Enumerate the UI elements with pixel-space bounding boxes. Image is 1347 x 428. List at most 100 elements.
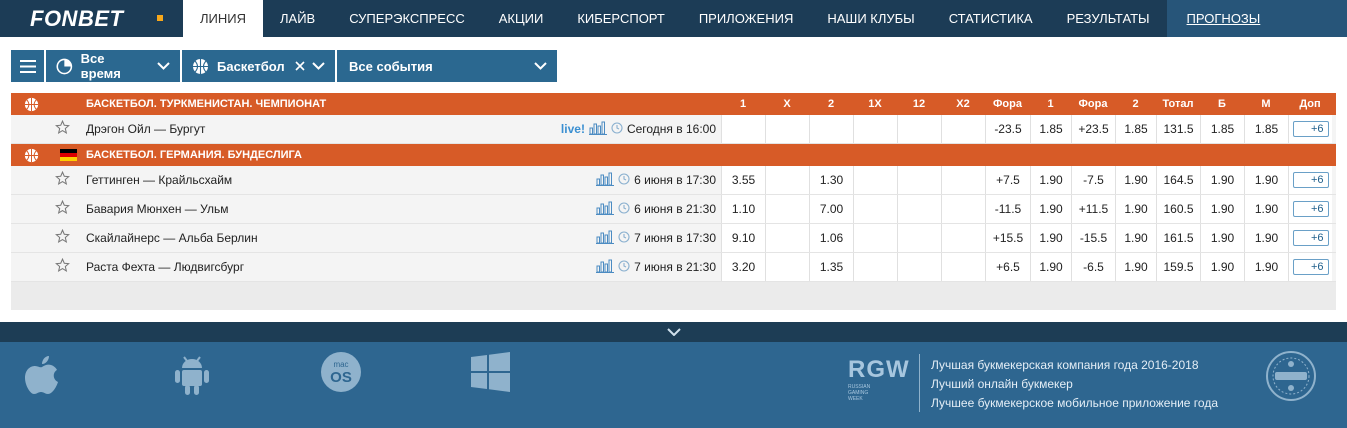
odds-cell[interactable] bbox=[765, 224, 809, 252]
event-name[interactable]: Скайлайнерс — Альба Берлин bbox=[86, 231, 556, 245]
odds-cell[interactable] bbox=[853, 224, 897, 252]
events-dropdown[interactable]: Все события bbox=[337, 50, 557, 82]
stats-icon[interactable] bbox=[588, 121, 607, 138]
nav-item-forecasts[interactable]: Прогнозы bbox=[1166, 0, 1281, 37]
odds-cell[interactable]: 1.06 bbox=[809, 224, 853, 252]
nav-item[interactable]: Лайв bbox=[263, 0, 332, 37]
odds-cell[interactable]: 1.90 bbox=[1244, 166, 1288, 194]
close-icon[interactable] bbox=[295, 61, 305, 71]
stats-icon[interactable] bbox=[596, 259, 615, 276]
odds-cell[interactable]: 1.90 bbox=[1244, 195, 1288, 223]
nav-item[interactable]: Акции bbox=[482, 0, 561, 37]
odds-cell[interactable] bbox=[721, 115, 765, 143]
odds-cell[interactable]: -15.5 bbox=[1071, 224, 1115, 252]
macos-icon[interactable]: mac OS bbox=[320, 351, 362, 398]
odds-cell[interactable]: +7.5 bbox=[985, 166, 1030, 194]
odds-cell[interactable]: 1.90 bbox=[1200, 224, 1244, 252]
sport-dropdown[interactable]: Баскетбол bbox=[182, 50, 335, 82]
more-odds-button[interactable]: +6 bbox=[1292, 259, 1329, 275]
odds-cell[interactable]: 1.30 bbox=[809, 166, 853, 194]
odds-cell[interactable]: +6.5 bbox=[985, 253, 1030, 281]
odds-cell[interactable] bbox=[941, 253, 985, 281]
more-odds-button[interactable]: +6 bbox=[1292, 121, 1329, 137]
stats-icon[interactable] bbox=[596, 172, 615, 189]
odds-cell[interactable]: 1.90 bbox=[1115, 253, 1156, 281]
nav-item[interactable]: Линия bbox=[183, 0, 263, 37]
odds-cell[interactable]: 1.90 bbox=[1115, 195, 1156, 223]
stats-icon[interactable] bbox=[596, 230, 615, 247]
odds-cell[interactable]: -23.5 bbox=[985, 115, 1030, 143]
odds-cell[interactable]: +11.5 bbox=[1071, 195, 1115, 223]
more-odds-cell[interactable]: +6 bbox=[1288, 195, 1332, 223]
event-name[interactable]: Раста Фехта — Людвигсбург bbox=[86, 260, 556, 274]
footer-toggle[interactable] bbox=[0, 322, 1347, 342]
more-odds-cell[interactable]: +6 bbox=[1288, 224, 1332, 252]
odds-cell[interactable]: +23.5 bbox=[1071, 115, 1115, 143]
odds-cell[interactable] bbox=[853, 115, 897, 143]
odds-cell[interactable]: 1.85 bbox=[1200, 115, 1244, 143]
more-odds-cell[interactable]: +6 bbox=[1288, 253, 1332, 281]
league-header[interactable]: Баскетбол. Германия. Бундеслига bbox=[11, 144, 1336, 166]
odds-cell[interactable]: 1.90 bbox=[1030, 166, 1071, 194]
windows-icon[interactable] bbox=[471, 352, 511, 397]
league-header[interactable]: Баскетбол. Туркменистан. Чемпионат 1 X 2 1X 1… bbox=[11, 93, 1336, 115]
odds-cell[interactable]: 1.90 bbox=[1200, 195, 1244, 223]
star-icon[interactable] bbox=[11, 257, 86, 276]
odds-cell[interactable]: -7.5 bbox=[1071, 166, 1115, 194]
odds-cell[interactable]: +15.5 bbox=[985, 224, 1030, 252]
odds-cell[interactable] bbox=[765, 166, 809, 194]
odds-cell[interactable] bbox=[853, 166, 897, 194]
odds-cell[interactable] bbox=[941, 224, 985, 252]
odds-cell[interactable]: 1.85 bbox=[1244, 115, 1288, 143]
stats-icon[interactable] bbox=[596, 201, 615, 218]
period-dropdown[interactable]: Все время bbox=[46, 50, 180, 82]
odds-cell[interactable]: 1.90 bbox=[1200, 253, 1244, 281]
menu-button[interactable] bbox=[11, 50, 44, 82]
star-icon[interactable] bbox=[11, 119, 86, 138]
odds-cell[interactable] bbox=[897, 166, 941, 194]
odds-cell[interactable]: 131.5 bbox=[1156, 115, 1200, 143]
odds-cell[interactable]: 3.55 bbox=[721, 166, 765, 194]
odds-cell[interactable]: -6.5 bbox=[1071, 253, 1115, 281]
odds-cell[interactable]: 164.5 bbox=[1156, 166, 1200, 194]
odds-cell[interactable]: 1.90 bbox=[1030, 195, 1071, 223]
android-icon[interactable] bbox=[174, 352, 210, 401]
odds-cell[interactable]: 1.90 bbox=[1200, 166, 1244, 194]
odds-cell[interactable]: -11.5 bbox=[985, 195, 1030, 223]
more-odds-cell[interactable]: +6 bbox=[1288, 166, 1332, 194]
nav-item[interactable]: Наши клубы bbox=[810, 0, 931, 37]
nav-item[interactable]: Киберспорт bbox=[560, 0, 682, 37]
odds-cell[interactable]: 1.85 bbox=[1030, 115, 1071, 143]
nav-item[interactable]: Результаты bbox=[1050, 0, 1167, 37]
more-odds-button[interactable]: +6 bbox=[1292, 172, 1329, 188]
star-icon[interactable] bbox=[11, 199, 86, 218]
live-badge[interactable]: live! bbox=[561, 122, 585, 136]
odds-cell[interactable]: 1.90 bbox=[1244, 224, 1288, 252]
odds-cell[interactable]: 1.90 bbox=[1030, 224, 1071, 252]
odds-cell[interactable] bbox=[897, 195, 941, 223]
nav-item[interactable]: Суперэкспресс bbox=[332, 0, 482, 37]
odds-cell[interactable]: 9.10 bbox=[721, 224, 765, 252]
odds-cell[interactable] bbox=[897, 253, 941, 281]
apple-icon[interactable] bbox=[24, 352, 60, 401]
star-icon[interactable] bbox=[11, 228, 86, 247]
event-name[interactable]: Геттинген — Крайльсхайм bbox=[86, 173, 556, 187]
odds-cell[interactable] bbox=[941, 195, 985, 223]
odds-cell[interactable] bbox=[853, 253, 897, 281]
odds-cell[interactable]: 1.85 bbox=[1115, 115, 1156, 143]
more-odds-button[interactable]: +6 bbox=[1292, 201, 1329, 217]
odds-cell[interactable]: 1.90 bbox=[1030, 253, 1071, 281]
odds-cell[interactable]: 160.5 bbox=[1156, 195, 1200, 223]
odds-cell[interactable]: 1.90 bbox=[1115, 224, 1156, 252]
more-odds-button[interactable]: +6 bbox=[1292, 230, 1329, 246]
odds-cell[interactable] bbox=[765, 253, 809, 281]
odds-cell[interactable] bbox=[897, 115, 941, 143]
fonbet-logo[interactable]: FONBET bbox=[0, 0, 183, 37]
odds-cell[interactable]: 1.10 bbox=[721, 195, 765, 223]
odds-cell[interactable] bbox=[765, 115, 809, 143]
nav-item[interactable]: Приложения bbox=[682, 0, 811, 37]
star-icon[interactable] bbox=[11, 170, 86, 189]
odds-cell[interactable]: 1.90 bbox=[1244, 253, 1288, 281]
odds-cell[interactable]: 161.5 bbox=[1156, 224, 1200, 252]
odds-cell[interactable] bbox=[809, 115, 853, 143]
